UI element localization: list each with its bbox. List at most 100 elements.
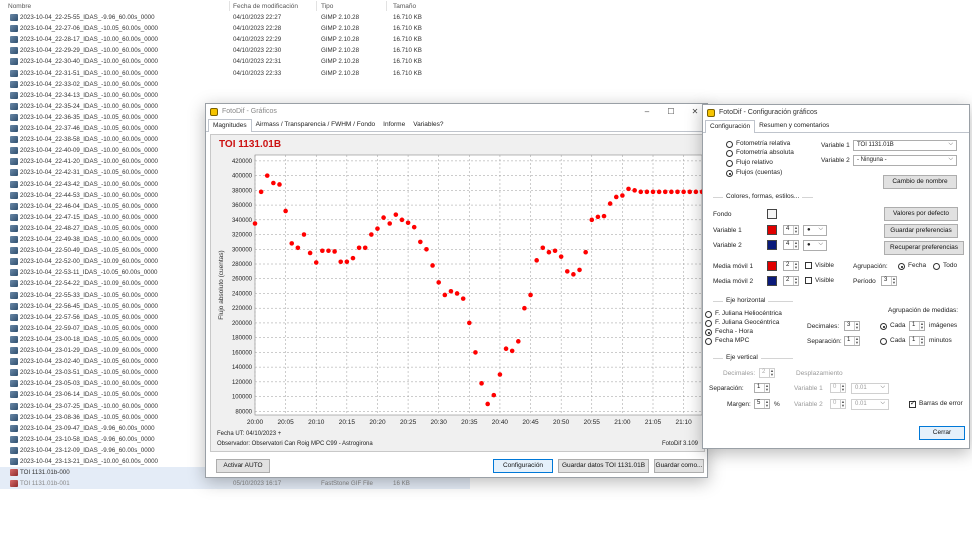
radio-fecha[interactable]	[898, 263, 905, 270]
var1-marker-select[interactable]: ● ⌵	[803, 225, 827, 236]
activate-auto-button[interactable]: Activar AUTO	[216, 459, 270, 473]
y-tick-label: 280000	[232, 262, 253, 268]
tab-airmass[interactable]: Airmass / Transparencia / FWHM / Fondo	[252, 119, 380, 131]
image-file-icon	[10, 180, 18, 188]
radio-cada-imagenes[interactable]	[880, 323, 887, 330]
v-var1-offset-select[interactable]: 0.01 ⌵	[851, 383, 889, 394]
tab-resumen[interactable]: Resumen y comentarios	[755, 120, 833, 132]
file-row[interactable]: 2023-10-04_22-34-13_IDAS_-10.00_60.00s_0…	[0, 90, 470, 101]
data-point	[485, 401, 490, 407]
decimales-stepper[interactable]: 3 ▲ ▼	[844, 321, 860, 331]
col-size-header[interactable]: Tamaño	[393, 3, 416, 10]
data-point	[307, 250, 313, 256]
radio-todo[interactable]	[933, 263, 940, 270]
file-name: 2023-10-04_22-46-04_IDAS_-10.05_60.00s_0…	[20, 202, 158, 210]
v-var1-stepper[interactable]: 0 ▲ ▼	[830, 383, 846, 393]
radio-jd-helio[interactable]	[705, 311, 712, 318]
separacion-stepper[interactable]: 1 ▲ ▼	[844, 336, 860, 346]
radio-fecha-hora[interactable]	[705, 329, 712, 336]
var2-marker-select[interactable]: ● ⌵	[803, 240, 827, 251]
save-data-button[interactable]: Guardar datos TOI 1131.01B	[558, 459, 649, 473]
data-point	[289, 241, 295, 246]
v-var2-stepper[interactable]: 0 ▲ ▼	[830, 399, 846, 409]
file-row[interactable]: 2023-10-04_22-30-40_IDAS_-10.00_60.00s_0…	[0, 56, 470, 67]
cada1-stepper[interactable]: 1 ▲ ▼	[909, 321, 925, 331]
variable2-label: Variable 2	[821, 157, 850, 164]
col-modified-header[interactable]: Fecha de modificación	[233, 3, 298, 10]
x-tick-label: 20:45	[522, 419, 539, 426]
y-tick-label: 140000	[232, 365, 253, 371]
var2-color-swatch[interactable]	[767, 240, 777, 250]
mm2-stepper[interactable]: 2 ▲ ▼	[783, 276, 799, 286]
tab-magnitudes[interactable]: Magnitudes	[208, 119, 252, 132]
radio-flujo-relativo[interactable]	[726, 160, 733, 167]
tab-variables[interactable]: Variables?	[409, 119, 447, 131]
radio-jd-geo[interactable]	[705, 320, 712, 327]
file-name: 2023-10-04_22-33-02_IDAS_-10.00_60.00s_0…	[20, 80, 158, 88]
image-file-icon	[10, 358, 18, 366]
variable1-select[interactable]: TOI 1131.01B ⌵	[853, 140, 957, 151]
minimize-icon[interactable]: –	[635, 104, 659, 119]
radio-fotometria-absoluta[interactable]	[726, 150, 733, 157]
file-row[interactable]: 2023-10-04_22-33-02_IDAS_-10.00_60.00s_0…	[0, 79, 470, 90]
close-button[interactable]: Cerrar	[919, 426, 965, 440]
save-as-button[interactable]: Guardar como...	[654, 459, 704, 473]
col-name-header[interactable]: Nombre	[8, 3, 31, 10]
chevron-down-icon: ⌵	[948, 141, 953, 147]
footer-date: Fecha UT: 04/10/2023 +	[217, 431, 282, 437]
stepper-arrows-icon: ▲ ▼	[764, 383, 769, 392]
radio-fecha-mpc[interactable]	[705, 338, 712, 345]
jd-geo-label: F. Juliana Geocéntrica	[715, 319, 780, 326]
file-row[interactable]: 2023-10-04_22-25-55_IDAS_-9.96_60.00s_00…	[0, 12, 470, 23]
image-file-icon	[10, 402, 18, 410]
file-row[interactable]: 2023-10-04_22-29-29_IDAS_-10.00_60.00s_0…	[0, 45, 470, 56]
recover-prefs-button[interactable]: Recuperar preferencias	[884, 241, 964, 255]
file-row[interactable]: 2023-10-04_22-28-17_IDAS_-10.00_60.00s_0…	[0, 34, 470, 45]
rename-button[interactable]: Cambio de nombre	[883, 175, 957, 189]
radio-flujos-cuentas[interactable]	[726, 170, 733, 177]
fondo-color-swatch[interactable]	[767, 209, 777, 219]
y-tick-label: 80000	[235, 409, 252, 415]
radio-fotometria-relativa[interactable]	[726, 141, 733, 148]
cada2-stepper[interactable]: 1 ▲ ▼	[909, 336, 925, 346]
radio-cada-minutos[interactable]	[880, 338, 887, 345]
mm1-stepper[interactable]: 2 ▲ ▼	[783, 261, 799, 271]
save-prefs-button[interactable]: Guardar preferencias	[884, 224, 958, 238]
var2-size-stepper[interactable]: 4 ▲ ▼	[783, 240, 799, 250]
error-bars-checkbox[interactable]	[909, 399, 916, 408]
mm2-color-swatch[interactable]	[767, 276, 777, 286]
v-decimales-stepper[interactable]: 2 ▲ ▼	[759, 368, 775, 378]
var1-color-swatch[interactable]	[767, 225, 777, 235]
margen-stepper[interactable]: 5 ▲ ▼	[754, 399, 770, 409]
mm2-visible-checkbox[interactable]	[805, 277, 812, 284]
col-type-header[interactable]: Tipo	[321, 3, 333, 10]
file-row[interactable]: 2023-10-04_22-27-06_IDAS_-10.05_60.00s_0…	[0, 23, 470, 34]
y-tick-label: 300000	[232, 247, 253, 253]
var1-size-stepper[interactable]: 4 ▲ ▼	[783, 225, 799, 235]
imagenes-label: imágenes	[929, 322, 958, 329]
image-file-icon	[10, 458, 18, 465]
config-window-titlebar[interactable]: FotoDif - Configuración gráficos	[703, 105, 969, 120]
v-separacion-stepper[interactable]: 1 ▲ ▼	[754, 383, 770, 393]
tab-informe[interactable]: Informe	[379, 119, 409, 131]
graph-window-titlebar[interactable]: FotoDif - Gráficos – ☐ ✕	[206, 104, 707, 119]
fecha-mpc-label: Fecha MPC	[715, 337, 750, 344]
mm1-color-swatch[interactable]	[767, 261, 777, 271]
periodo-stepper[interactable]: 3 ▲ ▼	[881, 276, 897, 286]
variable2-select[interactable]: - Ninguna - ⌵	[853, 155, 957, 166]
image-file-icon	[10, 258, 18, 266]
stepper-arrows-icon: ▲ ▼	[793, 276, 798, 285]
file-row[interactable]: 2023-10-04_22-31-51_IDAS_-10.00_60.00s_0…	[0, 68, 470, 79]
data-point	[564, 269, 570, 274]
y-axis-label: Flujo absoluto (cuentas)	[218, 250, 225, 319]
data-point	[332, 249, 337, 254]
defaults-button[interactable]: Valores por defecto	[884, 207, 958, 221]
configuration-button[interactable]: Configuración	[493, 459, 553, 473]
data-point	[546, 249, 552, 255]
tab-configuracion[interactable]: Configuración	[705, 120, 756, 133]
v-var2-offset-select[interactable]: 0.01 ⌵	[851, 399, 889, 410]
data-point	[558, 254, 564, 259]
file-row[interactable]: TOI 1131.01b-001 05/10/2023 16:17 FastSton…	[0, 478, 470, 490]
mm1-visible-checkbox[interactable]	[805, 262, 812, 269]
maximize-icon[interactable]: ☐	[659, 104, 683, 119]
